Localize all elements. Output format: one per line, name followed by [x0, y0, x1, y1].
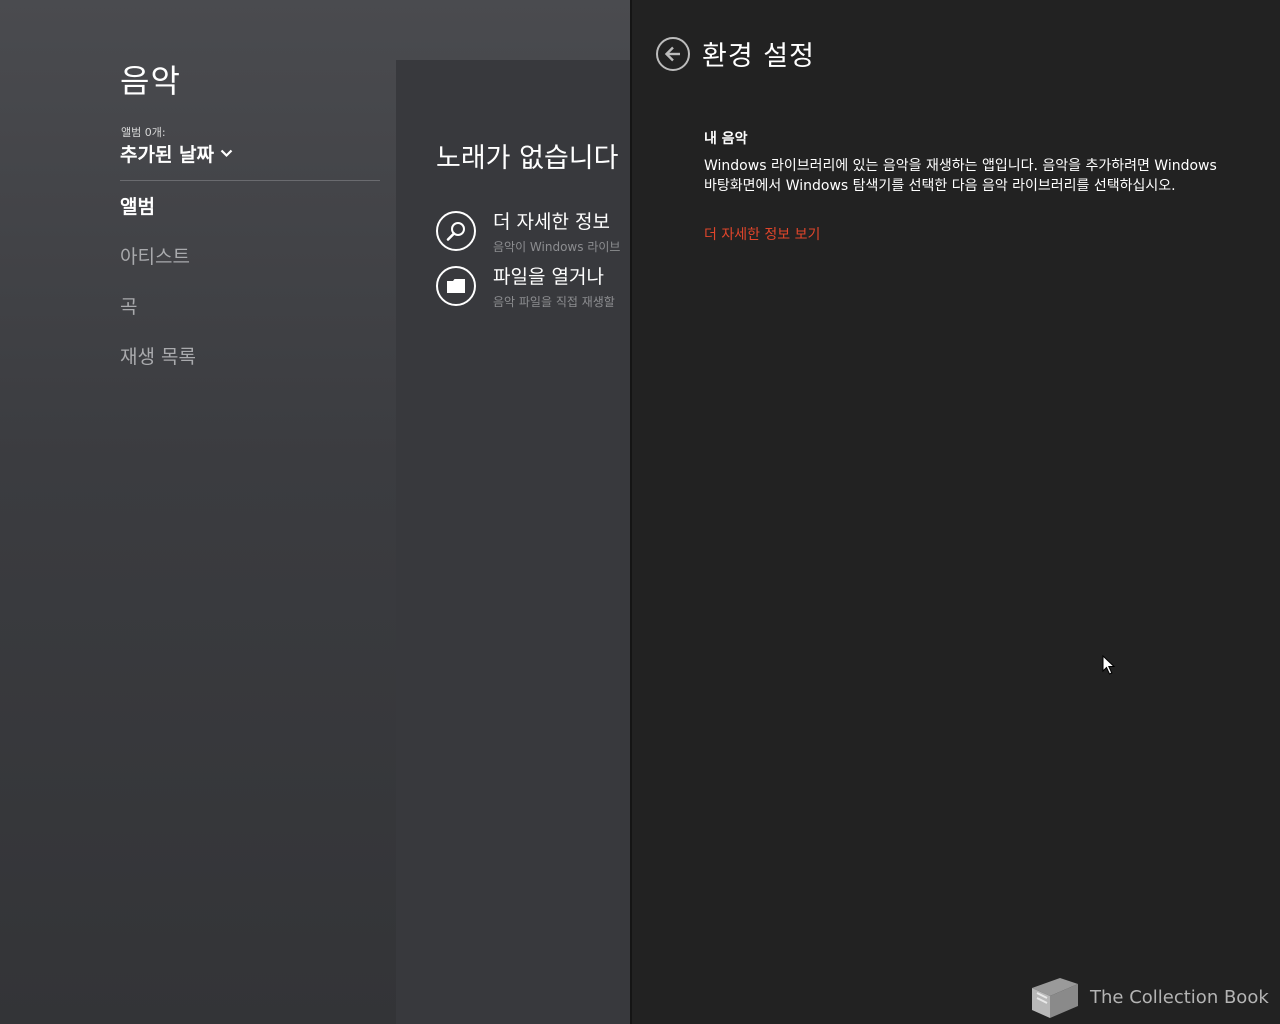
sort-label: 추가된 날짜: [120, 144, 215, 166]
back-arrow-icon: [664, 46, 680, 61]
nav-divider: [120, 180, 380, 181]
empty-state-title: 노래가 없습니다: [436, 143, 619, 174]
action-subtitle: 음악 파일을 직접 재생할: [493, 295, 615, 309]
album-count: 앨범 0개:: [121, 126, 166, 139]
watermark: The Collection Book: [1028, 974, 1269, 1020]
learn-more-link[interactable]: 더 자세한 정보 보기: [704, 224, 820, 244]
section-heading: 내 음악: [704, 131, 748, 147]
search-icon: [436, 211, 476, 251]
section-description: Windows 라이브러리에 있는 음악을 재생하는 앱입니다. 음악을 추가하…: [704, 158, 1217, 194]
open-file-action[interactable]: 파일을 열거나 음악 파일을 직접 재생할: [436, 266, 615, 310]
app-title: 음악: [120, 62, 181, 100]
book-icon: [1032, 978, 1078, 1018]
action-title: 더 자세한 정보: [493, 211, 610, 233]
chevron-down-icon: [220, 149, 233, 158]
action-title: 파일을 열거나: [493, 266, 604, 288]
nav-item-playlists[interactable]: 재생 목록: [120, 342, 196, 369]
sort-dropdown[interactable]: 추가된 날짜: [120, 140, 233, 167]
nav-item-albums[interactable]: 앨범: [120, 192, 155, 219]
flyout-header: 환경 설정: [656, 34, 815, 73]
back-button[interactable]: [656, 36, 690, 71]
mouse-cursor-icon: [1102, 654, 1116, 679]
learn-more-action[interactable]: 더 자세한 정보 음악이 Windows 라이브: [436, 211, 620, 255]
action-subtitle: 음악이 Windows 라이브: [493, 240, 621, 254]
nav-item-artists[interactable]: 아티스트: [120, 242, 190, 269]
nav-item-songs[interactable]: 곡: [120, 292, 137, 319]
watermark-text: The Collection Book: [1090, 986, 1269, 1008]
flyout-title: 환경 설정: [702, 41, 815, 72]
folder-icon: [436, 266, 476, 306]
settings-flyout: 환경 설정 내 음악 Windows 라이브러리에 있는 음악을 재생하는 앱입…: [630, 0, 1280, 1024]
